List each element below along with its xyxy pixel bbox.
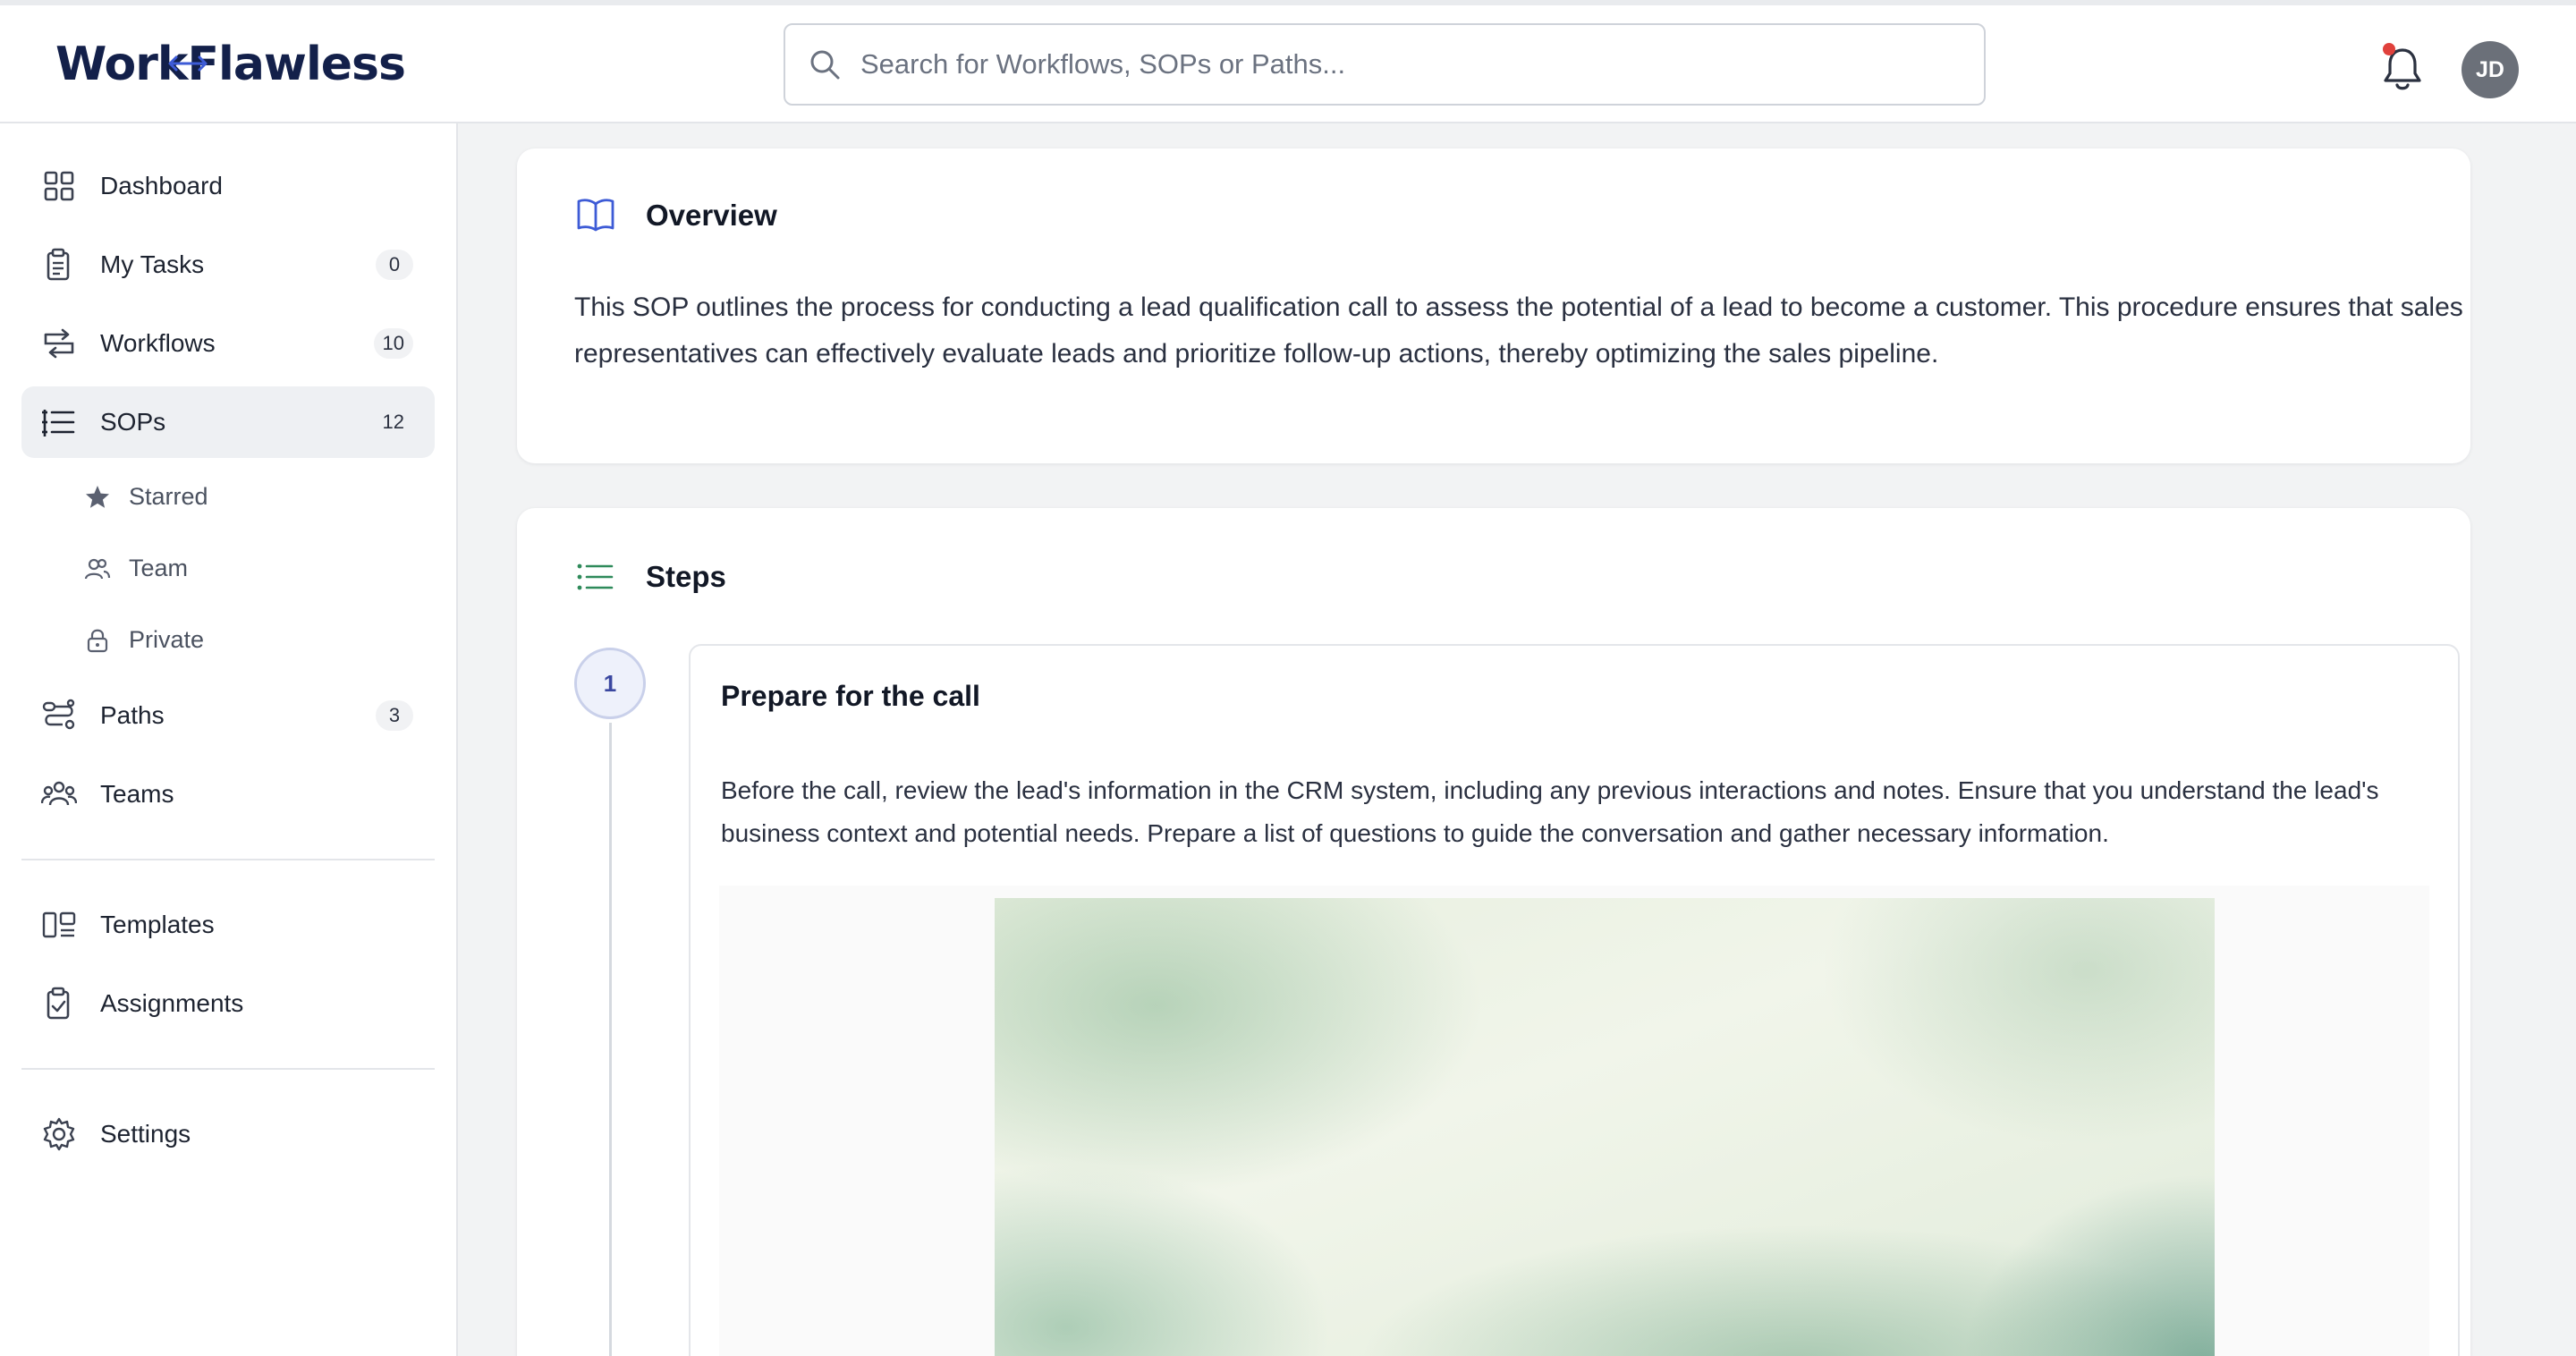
avatar-initials: JD xyxy=(2476,56,2504,82)
list-icon xyxy=(42,410,75,436)
sidebar-item-sops[interactable]: SOPs 12 xyxy=(21,386,435,458)
sidebar-divider xyxy=(21,1068,435,1070)
step-title: Prepare for the call xyxy=(721,680,980,712)
overview-title: Overview xyxy=(646,199,777,232)
sidebar-item-workflows[interactable]: Workflows 10 xyxy=(21,308,435,379)
clipboard-icon xyxy=(47,248,70,281)
notifications-button[interactable] xyxy=(2379,43,2426,93)
logo-text-right: Flawless xyxy=(187,38,405,91)
step-card: Prepare for the call Before the call, re… xyxy=(689,644,2460,1356)
search-input[interactable] xyxy=(860,38,1934,91)
step-timeline-line xyxy=(609,723,612,1356)
sidebar-item-teams[interactable]: Teams xyxy=(21,759,435,830)
users-icon xyxy=(41,781,77,806)
clipboard-check-icon xyxy=(47,987,70,1020)
step-number-badge: 1 xyxy=(574,648,646,719)
overview-text: This SOP outlines the process for conduc… xyxy=(574,292,2463,369)
sidebar-subitem-label: Team xyxy=(129,554,189,581)
sidebar-item-paths[interactable]: Paths 3 xyxy=(21,680,435,751)
sidebar-item-assignments[interactable]: Assignments xyxy=(21,968,435,1039)
sidebar-item-label: Settings xyxy=(100,1120,191,1148)
grid-icon xyxy=(44,171,74,201)
step-description: Before the call, review the lead's infor… xyxy=(721,776,2379,847)
notification-dot xyxy=(2383,43,2395,55)
sidebar-item-label: Templates xyxy=(100,911,215,938)
sidebar-item-label: Paths xyxy=(100,701,165,729)
step-image-container xyxy=(719,886,2429,1356)
sidebar-item-label: Workflows xyxy=(100,329,216,357)
overview-card: Overview This SOP outlines the process f… xyxy=(517,148,2470,463)
template-icon xyxy=(42,911,76,938)
book-icon xyxy=(577,199,614,232)
sidebar-subitem-label: Starred xyxy=(129,482,208,510)
path-icon xyxy=(42,699,75,730)
logo[interactable]: Work Flawless xyxy=(55,36,406,93)
sidebar-divider xyxy=(21,859,435,860)
step-number: 1 xyxy=(603,669,617,697)
sidebar-subitem-private[interactable]: Private xyxy=(84,614,424,665)
sidebar-subitem-label: Private xyxy=(129,625,205,653)
search-bar[interactable] xyxy=(784,23,1986,106)
sidebar-item-settings[interactable]: Settings xyxy=(21,1098,435,1170)
count-badge: 3 xyxy=(376,700,413,731)
app-root: Work Flawless JD xyxy=(0,0,2576,1356)
gear-icon xyxy=(43,1117,75,1151)
step-image xyxy=(995,898,2215,1356)
lock-icon xyxy=(87,629,108,653)
list-icon xyxy=(577,564,614,590)
sidebar-item-label: My Tasks xyxy=(100,250,205,278)
sidebar-item-label: Dashboard xyxy=(100,172,223,199)
workflow-icon xyxy=(44,328,74,359)
count-badge: 10 xyxy=(373,328,413,359)
count-badge: 0 xyxy=(376,250,413,280)
user-avatar[interactable]: JD xyxy=(2462,41,2519,98)
sidebar-item-dashboard[interactable]: Dashboard xyxy=(21,150,435,222)
team-icon xyxy=(84,558,111,580)
sidebar-item-my-tasks[interactable]: My Tasks 0 xyxy=(21,229,435,301)
sidebar-item-label: SOPs xyxy=(100,408,166,436)
steps-title: Steps xyxy=(646,560,726,593)
sidebar-item-label: Teams xyxy=(100,780,174,808)
top-header: Work Flawless JD xyxy=(0,5,2576,123)
star-icon xyxy=(86,486,109,508)
sidebar-item-templates[interactable]: Templates xyxy=(21,889,435,961)
sidebar-subitem-team[interactable]: Team xyxy=(84,543,424,593)
sidebar: Dashboard My Tasks 0 Workflows 10 SOPs 1… xyxy=(0,123,458,1356)
search-icon xyxy=(810,50,840,80)
sidebar-subitem-starred[interactable]: Starred xyxy=(84,471,424,521)
count-badge: 12 xyxy=(382,411,404,433)
sidebar-item-label: Assignments xyxy=(100,989,244,1017)
